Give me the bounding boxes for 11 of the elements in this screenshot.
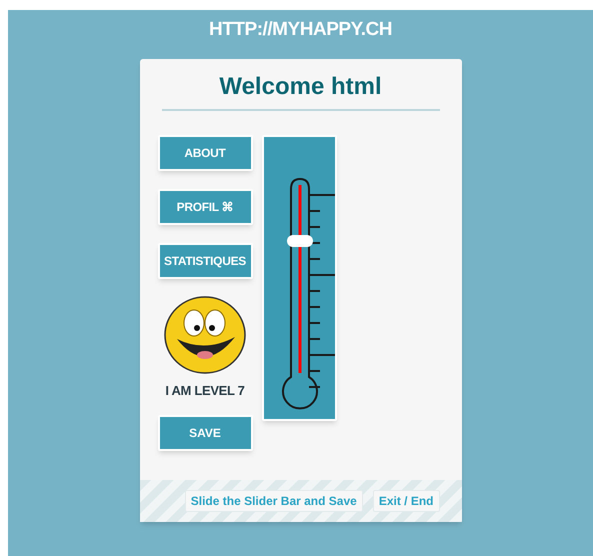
smiley-face-icon [163,295,247,375]
slider-thumb[interactable] [286,235,312,248]
menu-button[interactable]: ABOUT [158,135,252,171]
level-label: I AM LEVEL 7 [165,382,245,400]
save-button[interactable]: SAVE [158,414,252,450]
site-url: HTTP://MYHAPPY.CH [209,18,392,42]
menu-button[interactable]: PROFIL ⌘ [158,189,252,225]
footer-link[interactable]: Slide the Slider Bar and Save [184,490,363,512]
menu-button[interactable]: STATISTIQUES [158,243,252,279]
footer-link[interactable]: Exit / End [372,490,440,512]
card-title: Welcome html [218,72,383,102]
